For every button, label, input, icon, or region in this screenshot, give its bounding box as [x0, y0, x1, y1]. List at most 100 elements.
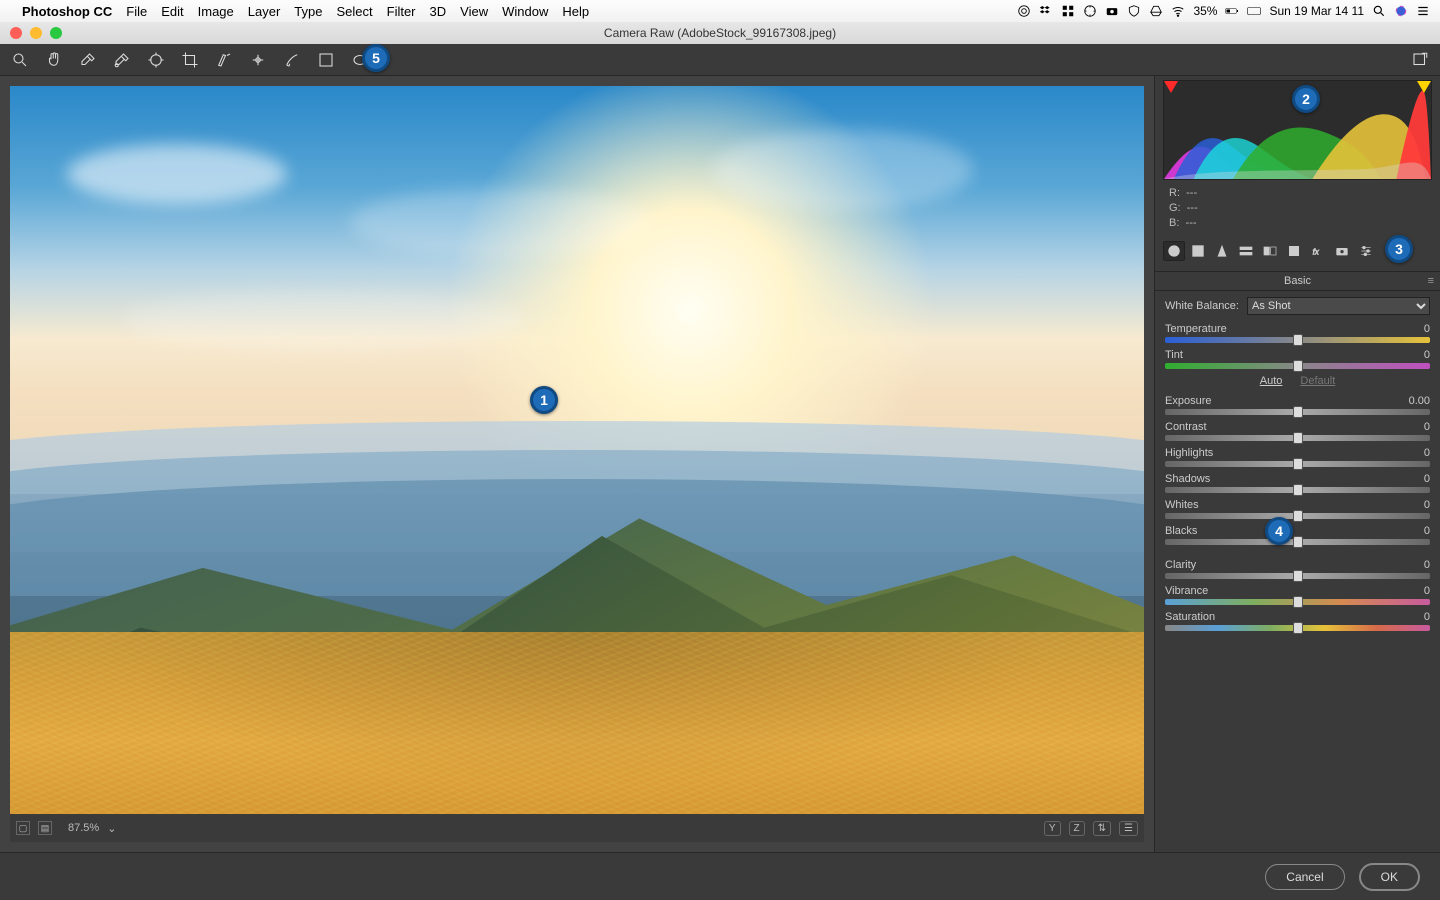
slider-track[interactable]: [1165, 461, 1430, 467]
spotlight-icon[interactable]: [1372, 4, 1386, 18]
auto-link[interactable]: Auto: [1260, 375, 1283, 387]
highlight-clip-warning-icon[interactable]: [1417, 81, 1431, 93]
drive-icon[interactable]: [1149, 4, 1163, 18]
zoom-tool-icon[interactable]: [10, 50, 30, 70]
slider-value[interactable]: 0: [1424, 611, 1430, 623]
targeted-adjust-tool-icon[interactable]: [146, 50, 166, 70]
slider-thumb[interactable]: [1293, 360, 1303, 372]
keyboard-icon[interactable]: [1247, 4, 1261, 18]
eyedropper-tool-icon[interactable]: [78, 50, 98, 70]
slider-track[interactable]: [1165, 337, 1430, 343]
slider-value[interactable]: 0: [1424, 473, 1430, 485]
tab-hsl[interactable]: [1235, 241, 1257, 261]
ok-button[interactable]: OK: [1359, 863, 1420, 891]
graduated-filter-tool-icon[interactable]: [316, 50, 336, 70]
cc-icon[interactable]: [1017, 4, 1031, 18]
menu-view[interactable]: View: [460, 4, 488, 19]
slider-value[interactable]: 0.00: [1409, 395, 1430, 407]
slider-value[interactable]: 0: [1424, 585, 1430, 597]
before-after-z-button[interactable]: Z: [1069, 821, 1085, 836]
slider-value[interactable]: 0: [1424, 421, 1430, 433]
slider-track[interactable]: [1165, 435, 1430, 441]
slider-track[interactable]: [1165, 409, 1430, 415]
spot-removal-tool-icon[interactable]: [214, 50, 234, 70]
single-view-icon[interactable]: ▢: [16, 821, 30, 835]
tab-fx[interactable]: fx: [1307, 241, 1329, 261]
slider-track[interactable]: [1165, 539, 1430, 545]
tab-curve[interactable]: [1187, 241, 1209, 261]
white-balance-select[interactable]: As Shot: [1247, 297, 1430, 315]
shield-icon[interactable]: [1127, 4, 1141, 18]
compass-icon[interactable]: [1083, 4, 1097, 18]
slider-value[interactable]: 0: [1424, 447, 1430, 459]
slider-thumb[interactable]: [1293, 596, 1303, 608]
menu-select[interactable]: Select: [336, 4, 372, 19]
toggle-fullscreen-icon[interactable]: [1410, 50, 1430, 70]
slider-value[interactable]: 0: [1424, 559, 1430, 571]
tab-camera[interactable]: [1331, 241, 1353, 261]
default-link[interactable]: Default: [1300, 375, 1335, 387]
zoom-chevron-icon[interactable]: ⌄: [107, 822, 116, 835]
color-sampler-tool-icon[interactable]: [112, 50, 132, 70]
adjustment-brush-tool-icon[interactable]: [282, 50, 302, 70]
zoom-level[interactable]: 87.5%: [68, 822, 99, 834]
dropbox-icon[interactable]: [1039, 4, 1053, 18]
zoom-window-icon[interactable]: [50, 27, 62, 39]
tab-detail[interactable]: [1211, 241, 1233, 261]
app-name[interactable]: Photoshop CC: [22, 4, 112, 19]
before-after-menu-icon[interactable]: ☰: [1119, 821, 1138, 836]
before-after-y-button[interactable]: Y: [1044, 821, 1061, 836]
menu-3d[interactable]: 3D: [430, 4, 447, 19]
slider-track[interactable]: [1165, 625, 1430, 631]
camera-icon[interactable]: [1105, 4, 1119, 18]
redeye-tool-icon[interactable]: [248, 50, 268, 70]
slider-track[interactable]: [1165, 599, 1430, 605]
menu-help[interactable]: Help: [562, 4, 589, 19]
shadow-clip-warning-icon[interactable]: [1164, 81, 1178, 93]
before-after-swap-button[interactable]: ⇅: [1093, 821, 1111, 836]
grid-icon[interactable]: [1061, 4, 1075, 18]
slider-thumb[interactable]: [1293, 406, 1303, 418]
tab-lens[interactable]: [1283, 241, 1305, 261]
filmstrip-view-icon[interactable]: ▤: [38, 821, 52, 835]
slider-track[interactable]: [1165, 487, 1430, 493]
slider-thumb[interactable]: [1293, 458, 1303, 470]
tab-basic[interactable]: [1163, 241, 1185, 261]
crop-tool-icon[interactable]: [180, 50, 200, 70]
menu-window[interactable]: Window: [502, 4, 548, 19]
slider-value[interactable]: 0: [1424, 499, 1430, 511]
slider-thumb[interactable]: [1293, 484, 1303, 496]
tab-split-toning[interactable]: [1259, 241, 1281, 261]
menu-edit[interactable]: Edit: [161, 4, 183, 19]
menu-type[interactable]: Type: [294, 4, 322, 19]
slider-value[interactable]: 0: [1424, 525, 1430, 537]
menu-layer[interactable]: Layer: [248, 4, 281, 19]
menu-image[interactable]: Image: [198, 4, 234, 19]
slider-thumb[interactable]: [1293, 622, 1303, 634]
siri-icon[interactable]: [1394, 4, 1408, 18]
traffic-lights[interactable]: [0, 27, 62, 39]
wifi-icon[interactable]: [1171, 4, 1185, 18]
menu-filter[interactable]: Filter: [387, 4, 416, 19]
cancel-button[interactable]: Cancel: [1265, 864, 1344, 890]
slider-value[interactable]: 0: [1424, 349, 1430, 361]
slider-track[interactable]: [1165, 363, 1430, 369]
slider-thumb[interactable]: [1293, 432, 1303, 444]
slider-track[interactable]: [1165, 573, 1430, 579]
minimize-window-icon[interactable]: [30, 27, 42, 39]
slider-thumb[interactable]: [1293, 334, 1303, 346]
hand-tool-icon[interactable]: [44, 50, 64, 70]
tab-presets[interactable]: [1355, 241, 1377, 261]
slider-track[interactable]: [1165, 513, 1430, 519]
slider-thumb[interactable]: [1293, 570, 1303, 582]
slider-thumb[interactable]: [1293, 510, 1303, 522]
histogram[interactable]: 2: [1163, 80, 1432, 180]
slider-value[interactable]: 0: [1424, 323, 1430, 335]
menu-file[interactable]: File: [126, 4, 147, 19]
slider-thumb[interactable]: [1293, 536, 1303, 548]
battery-icon[interactable]: [1225, 4, 1239, 18]
image-preview[interactable]: 1: [10, 86, 1144, 814]
panel-menu-icon[interactable]: ≡: [1428, 275, 1434, 287]
close-window-icon[interactable]: [10, 27, 22, 39]
menu-list-icon[interactable]: [1416, 4, 1430, 18]
